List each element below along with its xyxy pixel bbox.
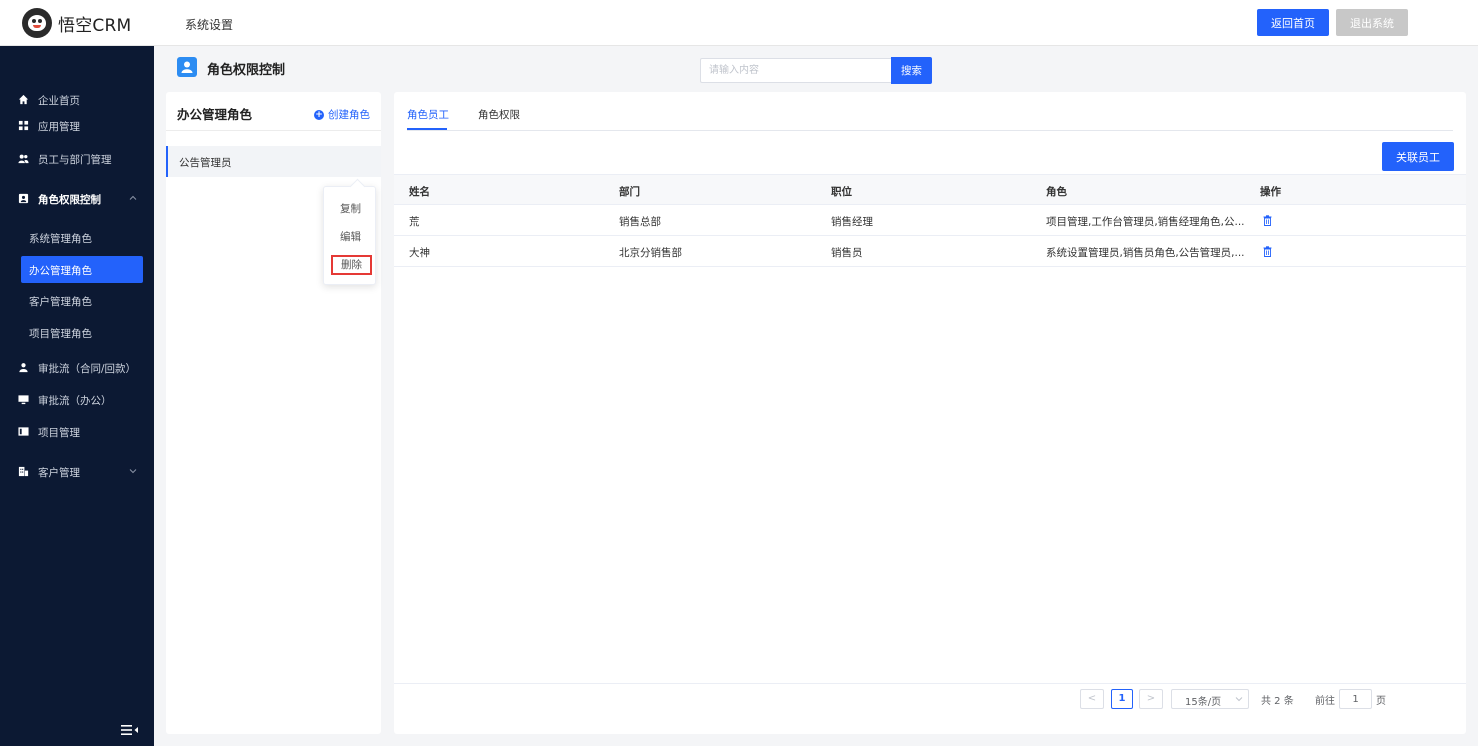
page-number-current[interactable]: 1 [1111,689,1133,709]
sidebar-item-label: 应用管理 [38,121,80,133]
sidebar: 企业首页 应用管理 员工与部门管理 角色权限控制 系统管理角色 办公管理角色 客… [0,46,154,746]
cell-role: 项目管理,工作台管理员,销售经理角色,公... [1046,216,1245,228]
column-header-name: 姓名 [409,186,430,198]
cell-dept: 北京分销售部 [619,247,682,259]
plus-circle-icon: + [314,109,324,120]
users-icon [18,154,29,164]
chevron-up-icon [129,195,137,200]
delete-role-option[interactable]: 删除 [331,255,372,275]
role-list-item[interactable]: 公告管理员 [166,146,381,177]
goto-page-input[interactable] [1339,689,1372,709]
create-role-button[interactable]: + 创建角色 [314,107,370,122]
search-input[interactable] [700,58,892,83]
sidebar-item-home[interactable]: 企业首页 [0,88,154,112]
sidebar-item-label: 角色权限控制 [38,194,101,206]
top-bar: 悟空CRM 系统设置 返回首页 退出系统 [0,0,1478,46]
back-home-button[interactable]: 返回首页 [1257,9,1329,36]
monitor-icon [18,395,29,405]
edit-role-option[interactable]: 编辑 [324,227,377,247]
tabs-divider [407,130,1453,131]
sidebar-item-label: 员工与部门管理 [38,154,112,166]
chevron-down-icon [129,469,137,474]
sidebar-subitem-label: 系统管理角色 [29,233,92,245]
footer-divider [394,683,1466,684]
table-row: 大神 北京分销售部 销售员 系统设置管理员,销售员角色,公告管理员,... [394,236,1466,267]
sidebar-subitem-label: 客户管理角色 [29,296,92,308]
delete-trash-icon[interactable] [1263,246,1272,257]
logo[interactable]: 悟空CRM [22,8,131,38]
collapse-menu-icon[interactable] [121,724,139,736]
role-actions-popover: 复制 编辑 删除 [323,186,376,285]
sidebar-item-role-permission[interactable]: 角色权限控制 [0,187,154,211]
exit-system-button[interactable]: 退出系统 [1336,9,1408,36]
role-item-label: 公告管理员 [179,157,232,169]
active-tab-indicator [407,128,447,130]
create-role-label: 创建角色 [328,109,370,121]
tab-role-permissions[interactable]: 角色权限 [478,107,520,122]
cell-dept: 销售总部 [619,216,661,228]
prev-page-button[interactable]: < [1080,689,1104,709]
column-header-dept: 部门 [619,186,640,198]
sidebar-item-customer[interactable]: 客户管理 [0,460,154,484]
goto-label: 前往 [1315,696,1335,707]
sidebar-item-label: 项目管理 [38,427,80,439]
cell-name: 荒 [409,216,420,228]
sidebar-subitem-customer-role[interactable]: 客户管理角色 [21,287,143,314]
role-permission-icon [177,57,197,77]
search-button[interactable]: 搜索 [891,57,932,84]
role-panel-title: 办公管理角色 [177,107,253,122]
page-size-select[interactable]: 15条/页 [1171,689,1249,709]
tab-role-employees[interactable]: 角色员工 [407,107,449,122]
copy-role-option[interactable]: 复制 [324,199,377,219]
cell-name: 大神 [409,247,430,259]
page-size-label: 15条/页 [1185,697,1222,708]
link-employee-button[interactable]: 关联员工 [1382,142,1454,171]
section-title: 系统设置 [185,18,234,32]
sidebar-subitem-system-role[interactable]: 系统管理角色 [21,224,143,251]
next-page-button[interactable]: > [1139,689,1163,709]
sidebar-item-apps[interactable]: 应用管理 [0,114,154,138]
approval-icon [19,363,28,373]
table-row: 荒 销售总部 销售经理 项目管理,工作台管理员,销售经理角色,公... [394,205,1466,236]
sidebar-item-users[interactable]: 员工与部门管理 [0,147,154,171]
sidebar-item-label: 审批流（办公） [38,395,112,407]
customer-icon [18,466,29,477]
page-unit-label: 页 [1376,696,1386,707]
chevron-down-icon [1235,697,1243,702]
sidebar-subitem-office-role[interactable]: 办公管理角色 [21,256,143,283]
sidebar-subitem-project-role[interactable]: 项目管理角色 [21,319,143,346]
divider [166,130,381,131]
sidebar-subitem-label: 办公管理角色 [29,265,92,277]
monkey-logo-icon [22,8,52,38]
column-header-position: 职位 [831,186,852,198]
sidebar-item-label: 企业首页 [38,95,80,107]
home-icon [18,94,29,105]
cell-position: 销售经理 [831,216,873,228]
column-header-role: 角色 [1046,186,1067,198]
total-count: 共 2 条 [1261,696,1294,707]
sidebar-item-label: 审批流（合同/回款） [38,363,137,375]
apps-icon [18,120,29,131]
page-title: 角色权限控制 [207,63,286,78]
sidebar-item-project[interactable]: 项目管理 [0,420,154,444]
cell-position: 销售员 [831,247,863,259]
logo-text: 悟空CRM [58,15,132,36]
table-header: 姓名 部门 职位 角色 操作 [394,174,1466,205]
column-header-action: 操作 [1260,186,1281,198]
sidebar-item-approval-office[interactable]: 审批流（办公） [0,388,154,412]
delete-trash-icon[interactable] [1263,215,1272,226]
role-detail-panel: 角色员工 角色权限 关联员工 姓名 部门 职位 角色 操作 荒 销售总部 销售经… [394,92,1466,734]
role-icon [18,193,29,204]
sidebar-subitem-label: 项目管理角色 [29,328,92,340]
sidebar-item-approval-contract[interactable]: 审批流（合同/回款） [0,356,154,380]
project-icon [18,427,29,436]
sidebar-item-label: 客户管理 [38,467,80,479]
cell-role: 系统设置管理员,销售员角色,公告管理员,... [1046,247,1245,259]
